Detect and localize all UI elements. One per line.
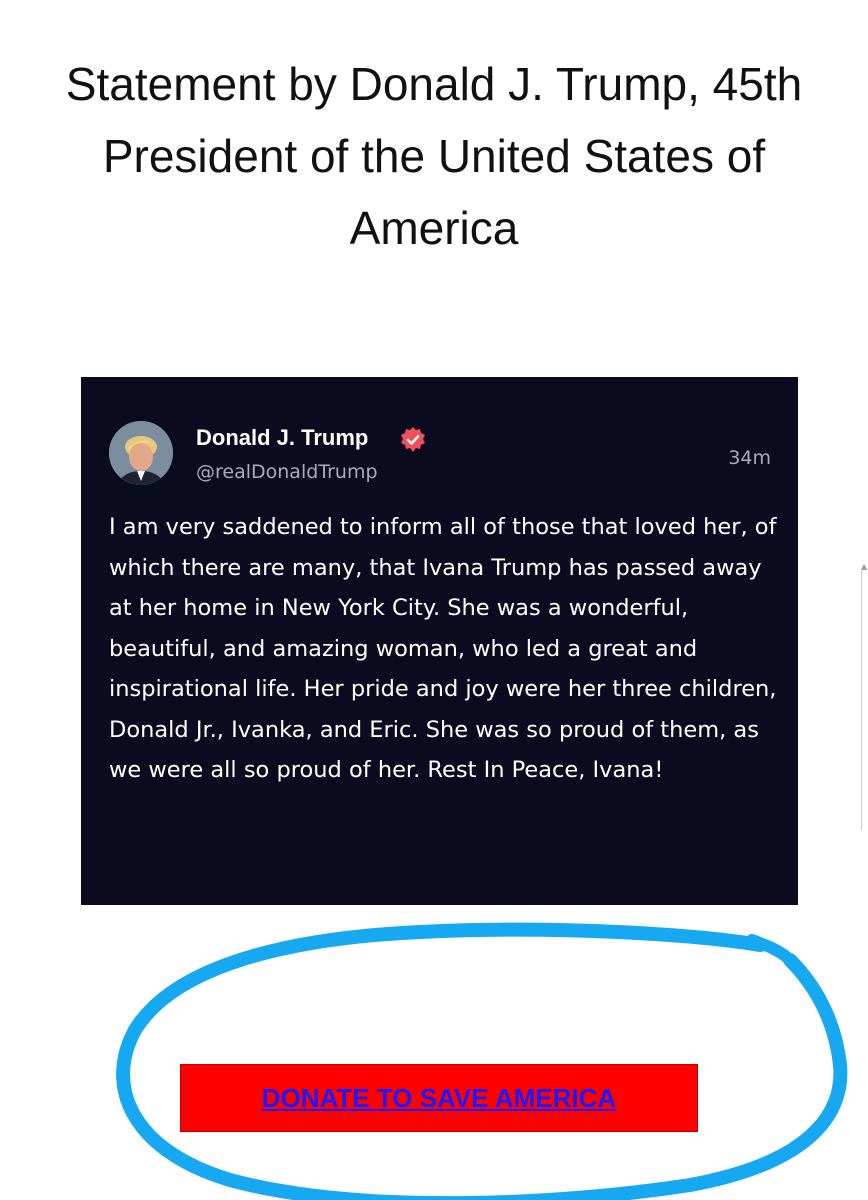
post-body: I am very saddened to inform all of thos… xyxy=(109,514,777,783)
author-handle[interactable]: @realDonaldTrump xyxy=(196,461,378,483)
donate-button[interactable]: DONATE TO SAVE AMERICA xyxy=(180,1064,698,1132)
email-page: Statement by Donald J. Trump, 45th Presi… xyxy=(0,0,868,1200)
avatar xyxy=(109,421,173,485)
post-timestamp[interactable]: 34m xyxy=(728,447,771,469)
post-card: Donald J. Trump @realDonaldTrump 34m I a… xyxy=(81,377,798,905)
verified-badge-icon xyxy=(401,427,425,452)
scroll-up-arrow-icon[interactable]: ▲ xyxy=(861,562,867,571)
author-name[interactable]: Donald J. Trump xyxy=(196,425,368,451)
scrollbar[interactable]: ▲ xyxy=(861,562,868,830)
page-title: Statement by Donald J. Trump, 45th Presi… xyxy=(65,58,803,254)
donate-link[interactable]: DONATE TO SAVE AMERICA xyxy=(262,1083,616,1114)
